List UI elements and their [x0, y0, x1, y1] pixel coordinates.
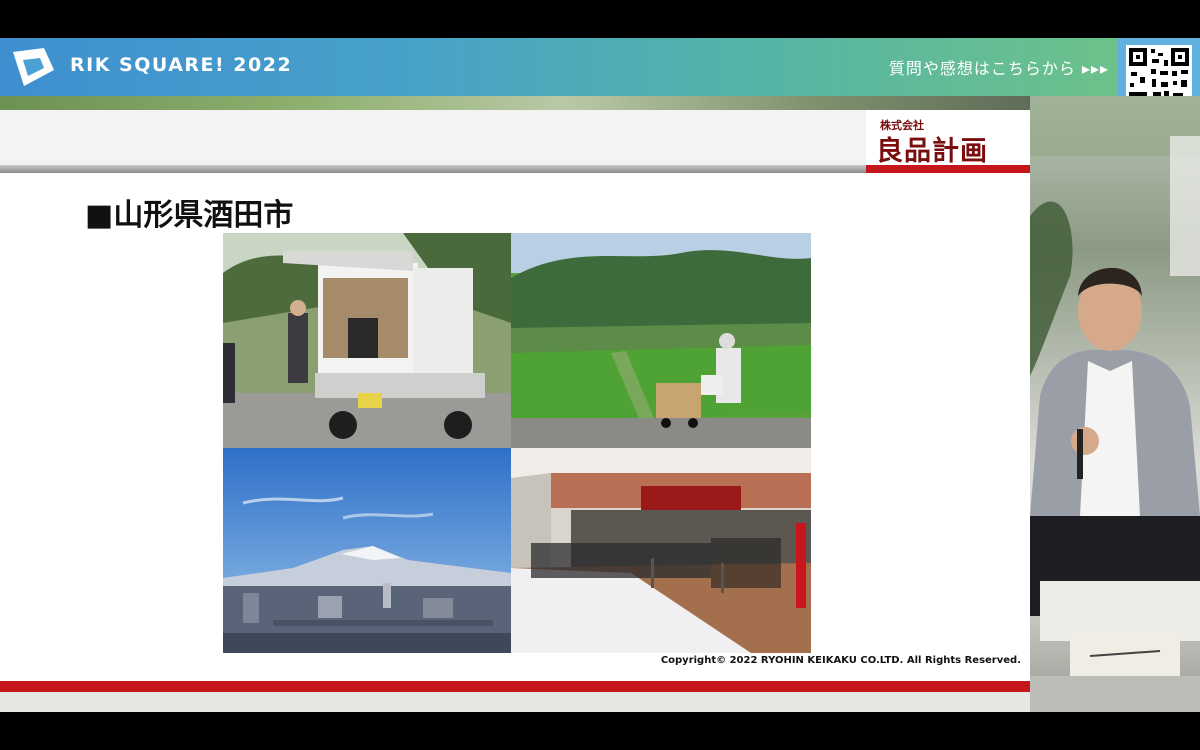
slide-title: ■山形県酒田市: [85, 198, 294, 233]
brand-name: 良品計画: [876, 136, 988, 167]
photo-muji-store-queue: [511, 448, 811, 653]
speaker-video: [1030, 96, 1200, 712]
letterbox-top: [0, 0, 1200, 38]
background-foliage: [0, 96, 1030, 110]
event-header-bar: RIK SQUARE! 2022 質問や感想はこちらから ▸▸▸: [0, 38, 1117, 96]
presentation-slide: 株式会社 良品計画 ■山形県酒田市 Copyright© 2022 RYOHIN…: [0, 110, 1030, 692]
slide-footer-accent: [0, 681, 1030, 692]
photo-mobile-shop-truck: [223, 233, 511, 448]
slide-header-rule: [0, 165, 866, 173]
letterbox-bottom: [0, 712, 1200, 750]
rik-logo-icon: [13, 48, 54, 86]
brand-logo: 株式会社 良品計画: [866, 110, 1030, 167]
photo-grid: [223, 233, 811, 653]
photo-city-mount-chokai: [223, 448, 511, 653]
copyright-notice: Copyright© 2022 RYOHIN KEIKAKU CO.LTD. A…: [660, 655, 1021, 666]
question-cta-link[interactable]: 質問や感想はこちらから ▸▸▸: [889, 55, 1109, 79]
photo-rice-field-farmer: [511, 233, 811, 448]
video-stage: RIK SQUARE! 2022 質問や感想はこちらから ▸▸▸ 株式会社 良品…: [0, 38, 1200, 712]
event-title: RIK SQUARE! 2022: [70, 54, 293, 76]
